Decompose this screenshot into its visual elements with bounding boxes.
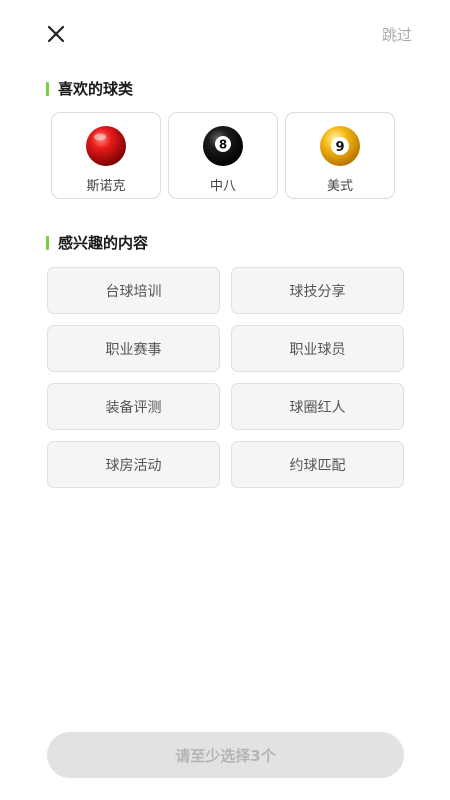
interest-option-skill-sharing[interactable]: 球技分享 xyxy=(231,267,404,314)
interest-list: 台球培训 球技分享 职业赛事 职业球员 装备评测 球圈红人 球房活动 约球匹配 xyxy=(47,267,404,488)
ball-option-snooker[interactable]: 斯诺克 xyxy=(51,112,161,199)
eight-ball-number: 8 xyxy=(219,138,227,152)
red-snooker-ball-icon xyxy=(86,126,126,166)
black-eight-ball-icon: 8 xyxy=(203,126,243,166)
section-accent-bar xyxy=(46,81,49,96)
interest-section-header: 感兴趣的内容 xyxy=(46,232,148,253)
onboarding-screen: 跳过 喜欢的球类 斯诺克 8 中八 9 美式 感兴趣的内容 台球培训 球技分享 … xyxy=(0,0,450,800)
ball-section-header: 喜欢的球类 xyxy=(46,78,133,99)
ball-section-title: 喜欢的球类 xyxy=(58,80,134,98)
close-icon xyxy=(47,25,65,43)
yellow-nine-ball-icon: 9 xyxy=(320,126,360,166)
submit-button[interactable]: 请至少选择3个 xyxy=(47,732,404,778)
ball-option-eight-ball[interactable]: 8 中八 xyxy=(168,112,278,199)
interest-option-equipment-reviews[interactable]: 装备评测 xyxy=(47,383,220,430)
interest-section-title: 感兴趣的内容 xyxy=(58,234,149,252)
interest-option-pro-players[interactable]: 职业球员 xyxy=(231,325,404,372)
section-accent-bar xyxy=(46,235,49,250)
ball-option-label: 美式 xyxy=(326,179,353,194)
close-button[interactable] xyxy=(42,20,70,48)
interest-option-training[interactable]: 台球培训 xyxy=(47,267,220,314)
ball-option-nine-ball[interactable]: 9 美式 xyxy=(285,112,395,199)
interest-option-influencers[interactable]: 球圈红人 xyxy=(231,383,404,430)
interest-option-hall-events[interactable]: 球房活动 xyxy=(47,441,220,488)
ball-type-list: 斯诺克 8 中八 9 美式 xyxy=(51,112,395,199)
nine-ball-number: 9 xyxy=(335,140,344,155)
ball-option-label: 中八 xyxy=(209,179,236,194)
ball-option-label: 斯诺克 xyxy=(86,179,126,194)
interest-option-match-making[interactable]: 约球匹配 xyxy=(231,441,404,488)
skip-button[interactable]: 跳过 xyxy=(382,24,412,45)
interest-option-pro-events[interactable]: 职业赛事 xyxy=(47,325,220,372)
